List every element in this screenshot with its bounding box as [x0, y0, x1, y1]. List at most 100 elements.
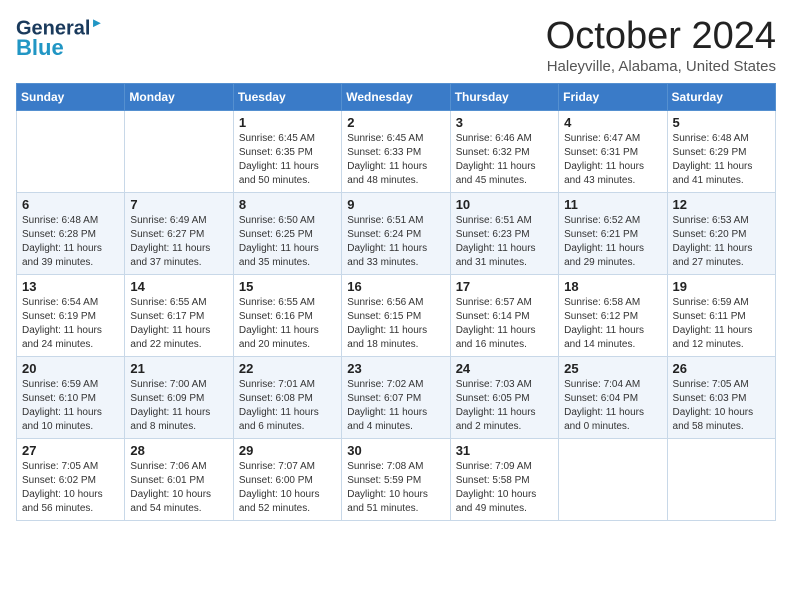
day-number: 12 — [673, 197, 770, 212]
day-number: 5 — [673, 115, 770, 130]
day-header-saturday: Saturday — [667, 83, 775, 110]
calendar-cell: 6 Sunrise: 6:48 AMSunset: 6:28 PMDaylight… — [17, 192, 125, 274]
day-header-wednesday: Wednesday — [342, 83, 450, 110]
day-number: 17 — [456, 279, 553, 294]
title-area: October 2024 Haleyville, Alabama, United… — [546, 16, 776, 75]
day-number: 28 — [130, 443, 227, 458]
day-info: Sunrise: 7:06 AMSunset: 6:01 PMDaylight:… — [130, 460, 227, 516]
logo-blue: Blue — [16, 36, 64, 60]
calendar-table: SundayMondayTuesdayWednesdayThursdayFrid… — [16, 83, 776, 521]
calendar-cell: 23 Sunrise: 7:02 AMSunset: 6:07 PMDayligh… — [342, 356, 450, 438]
location: Haleyville, Alabama, United States — [546, 58, 776, 75]
day-header-friday: Friday — [559, 83, 667, 110]
day-number: 1 — [239, 115, 336, 130]
calendar-cell: 22 Sunrise: 7:01 AMSunset: 6:08 PMDayligh… — [233, 356, 341, 438]
week-row-3: 13 Sunrise: 6:54 AMSunset: 6:19 PMDayligh… — [17, 274, 776, 356]
day-info: Sunrise: 6:58 AMSunset: 6:12 PMDaylight:… — [564, 296, 661, 352]
day-info: Sunrise: 6:51 AMSunset: 6:24 PMDaylight:… — [347, 214, 444, 270]
day-info: Sunrise: 7:05 AMSunset: 6:02 PMDaylight:… — [22, 460, 119, 516]
day-info: Sunrise: 7:02 AMSunset: 6:07 PMDaylight:… — [347, 378, 444, 434]
day-number: 3 — [456, 115, 553, 130]
calendar-cell — [667, 438, 775, 520]
day-info: Sunrise: 6:59 AMSunset: 6:10 PMDaylight:… — [22, 378, 119, 434]
day-info: Sunrise: 6:45 AMSunset: 6:33 PMDaylight:… — [347, 132, 444, 188]
calendar-cell — [17, 110, 125, 192]
calendar-cell: 21 Sunrise: 7:00 AMSunset: 6:09 PMDayligh… — [125, 356, 233, 438]
day-number: 13 — [22, 279, 119, 294]
day-number: 21 — [130, 361, 227, 376]
day-info: Sunrise: 6:59 AMSunset: 6:11 PMDaylight:… — [673, 296, 770, 352]
day-info: Sunrise: 6:48 AMSunset: 6:28 PMDaylight:… — [22, 214, 119, 270]
day-header-monday: Monday — [125, 83, 233, 110]
day-number: 19 — [673, 279, 770, 294]
calendar-cell: 9 Sunrise: 6:51 AMSunset: 6:24 PMDaylight… — [342, 192, 450, 274]
day-number: 24 — [456, 361, 553, 376]
day-number: 16 — [347, 279, 444, 294]
calendar-cell: 29Sunrise: 7:07 AMSunset: 6:00 PMDayligh… — [233, 438, 341, 520]
calendar-cell: 24Sunrise: 7:03 AMSunset: 6:05 PMDayligh… — [450, 356, 558, 438]
day-number: 2 — [347, 115, 444, 130]
day-number: 30 — [347, 443, 444, 458]
calendar-cell — [559, 438, 667, 520]
calendar-cell: 14Sunrise: 6:55 AMSunset: 6:17 PMDayligh… — [125, 274, 233, 356]
day-number: 10 — [456, 197, 553, 212]
calendar-cell: 17 Sunrise: 6:57 AMSunset: 6:14 PMDayligh… — [450, 274, 558, 356]
day-number: 18 — [564, 279, 661, 294]
week-row-5: 27 Sunrise: 7:05 AMSunset: 6:02 PMDayligh… — [17, 438, 776, 520]
calendar-cell: 18 Sunrise: 6:58 AMSunset: 6:12 PMDayligh… — [559, 274, 667, 356]
day-info: Sunrise: 6:49 AMSunset: 6:27 PMDaylight:… — [130, 214, 227, 270]
day-info: Sunrise: 6:55 AMSunset: 6:16 PMDaylight:… — [239, 296, 336, 352]
week-row-1: 1Sunrise: 6:45 AMSunset: 6:35 PMDaylight… — [17, 110, 776, 192]
day-number: 11 — [564, 197, 661, 212]
calendar-cell: 8 Sunrise: 6:50 AMSunset: 6:25 PMDaylight… — [233, 192, 341, 274]
day-number: 15 — [239, 279, 336, 294]
calendar-cell: 28 Sunrise: 7:06 AMSunset: 6:01 PMDayligh… — [125, 438, 233, 520]
day-number: 9 — [347, 197, 444, 212]
page-header: General► Blue October 2024 Haleyville, A… — [16, 16, 776, 75]
day-info: Sunrise: 6:50 AMSunset: 6:25 PMDaylight:… — [239, 214, 336, 270]
day-number: 25 — [564, 361, 661, 376]
calendar-cell: 10 Sunrise: 6:51 AMSunset: 6:23 PMDayligh… — [450, 192, 558, 274]
day-info: Sunrise: 6:48 AMSunset: 6:29 PMDaylight:… — [673, 132, 770, 188]
day-info: Sunrise: 6:53 AMSunset: 6:20 PMDaylight:… — [673, 214, 770, 270]
day-number: 31 — [456, 443, 553, 458]
day-number: 8 — [239, 197, 336, 212]
day-info: Sunrise: 6:51 AMSunset: 6:23 PMDaylight:… — [456, 214, 553, 270]
day-info: Sunrise: 6:47 AMSunset: 6:31 PMDaylight:… — [564, 132, 661, 188]
day-number: 29 — [239, 443, 336, 458]
calendar-cell: 27 Sunrise: 7:05 AMSunset: 6:02 PMDayligh… — [17, 438, 125, 520]
calendar-cell: 4Sunrise: 6:47 AMSunset: 6:31 PMDaylight… — [559, 110, 667, 192]
day-info: Sunrise: 7:08 AMSunset: 5:59 PMDaylight:… — [347, 460, 444, 516]
calendar-cell: 26 Sunrise: 7:05 AMSunset: 6:03 PMDayligh… — [667, 356, 775, 438]
calendar-cell: 16 Sunrise: 6:56 AMSunset: 6:15 PMDayligh… — [342, 274, 450, 356]
day-info: Sunrise: 7:00 AMSunset: 6:09 PMDaylight:… — [130, 378, 227, 434]
day-number: 27 — [22, 443, 119, 458]
calendar-cell: 25 Sunrise: 7:04 AMSunset: 6:04 PMDayligh… — [559, 356, 667, 438]
day-info: Sunrise: 6:57 AMSunset: 6:14 PMDaylight:… — [456, 296, 553, 352]
calendar-cell — [125, 110, 233, 192]
day-info: Sunrise: 6:54 AMSunset: 6:19 PMDaylight:… — [22, 296, 119, 352]
day-info: Sunrise: 7:01 AMSunset: 6:08 PMDaylight:… — [239, 378, 336, 434]
day-info: Sunrise: 6:52 AMSunset: 6:21 PMDaylight:… — [564, 214, 661, 270]
calendar-cell: 5 Sunrise: 6:48 AMSunset: 6:29 PMDaylight… — [667, 110, 775, 192]
calendar-header-row: SundayMondayTuesdayWednesdayThursdayFrid… — [17, 83, 776, 110]
day-info: Sunrise: 7:04 AMSunset: 6:04 PMDaylight:… — [564, 378, 661, 434]
day-header-thursday: Thursday — [450, 83, 558, 110]
calendar-body: 1Sunrise: 6:45 AMSunset: 6:35 PMDaylight… — [17, 110, 776, 520]
day-info: Sunrise: 6:56 AMSunset: 6:15 PMDaylight:… — [347, 296, 444, 352]
day-number: 23 — [347, 361, 444, 376]
calendar-cell: 1Sunrise: 6:45 AMSunset: 6:35 PMDaylight… — [233, 110, 341, 192]
logo: General► Blue — [16, 16, 103, 60]
day-number: 22 — [239, 361, 336, 376]
day-number: 6 — [22, 197, 119, 212]
calendar-cell: 19 Sunrise: 6:59 AMSunset: 6:11 PMDayligh… — [667, 274, 775, 356]
day-info: Sunrise: 6:46 AMSunset: 6:32 PMDaylight:… — [456, 132, 553, 188]
day-info: Sunrise: 7:09 AMSunset: 5:58 PMDaylight:… — [456, 460, 553, 516]
day-info: Sunrise: 7:05 AMSunset: 6:03 PMDaylight:… — [673, 378, 770, 434]
month-title: October 2024 — [546, 16, 776, 58]
calendar-cell: 11 Sunrise: 6:52 AMSunset: 6:21 PMDayligh… — [559, 192, 667, 274]
calendar-cell: 31 Sunrise: 7:09 AMSunset: 5:58 PMDayligh… — [450, 438, 558, 520]
day-number: 26 — [673, 361, 770, 376]
week-row-4: 20Sunrise: 6:59 AMSunset: 6:10 PMDayligh… — [17, 356, 776, 438]
calendar-cell: 2 Sunrise: 6:45 AMSunset: 6:33 PMDaylight… — [342, 110, 450, 192]
